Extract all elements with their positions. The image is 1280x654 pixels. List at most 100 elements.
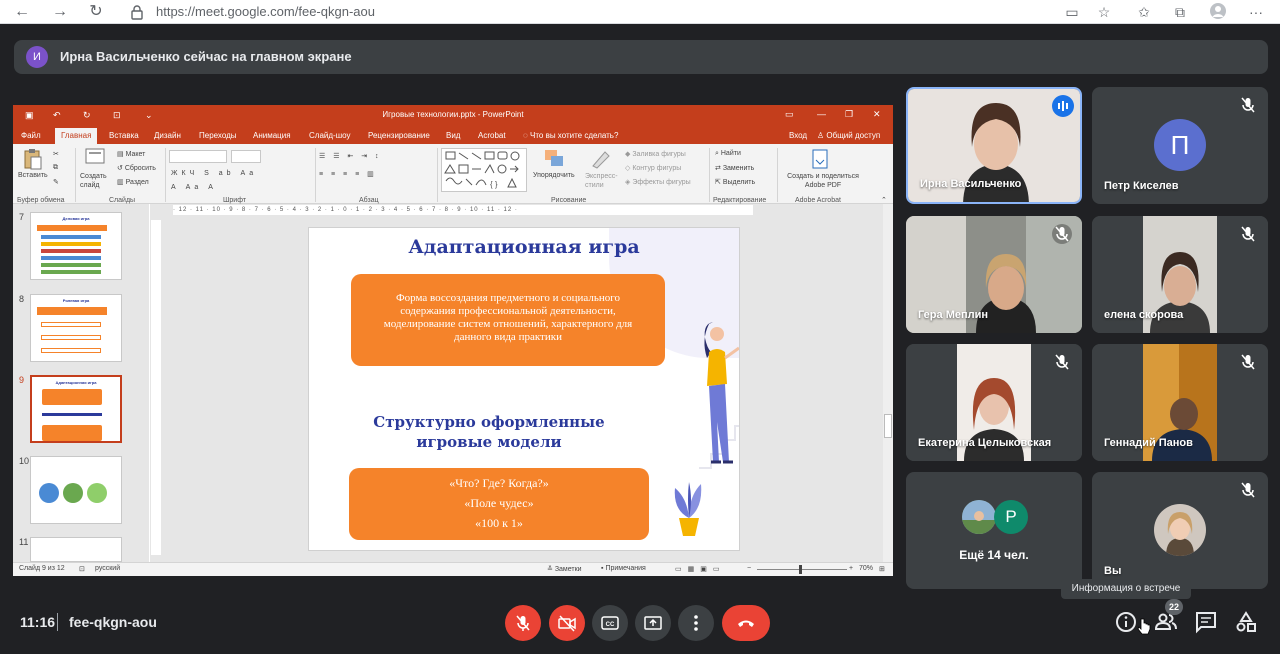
tab-file[interactable]: Файл (21, 131, 41, 140)
select-button[interactable]: ⇱ Выделить (715, 178, 755, 186)
leave-call-button[interactable] (722, 605, 770, 641)
profile-icon[interactable] (1208, 2, 1228, 22)
new-slide-button[interactable]: Создать слайд (80, 172, 114, 190)
login-link[interactable]: Вход (789, 131, 807, 140)
favorites-icon[interactable]: ✩ (1134, 2, 1154, 22)
arrange-icon[interactable] (543, 148, 567, 170)
format-painter-icon[interactable]: ✎ (53, 178, 59, 186)
self-tile[interactable]: Вы (1092, 472, 1268, 589)
spellcheck-icon[interactable]: ⊡ (79, 565, 85, 573)
participant-tile[interactable]: Геннадий Панов (1092, 344, 1268, 461)
shapes-gallery[interactable]: { } (441, 148, 527, 192)
slide-thumbnail-8[interactable]: Ролевая игра (30, 294, 122, 362)
favorite-add-icon[interactable]: ☆ (1094, 2, 1114, 22)
slide-thumbnail-9[interactable]: Адаптационная игра (30, 375, 122, 443)
maximize-icon[interactable]: ❐ (845, 109, 853, 120)
zoom-slider-thumb[interactable] (799, 565, 802, 574)
view-buttons[interactable]: ▭▦▣▭ (675, 565, 725, 573)
present-button[interactable] (635, 605, 671, 641)
comments-button[interactable]: ▪ Примечания (601, 565, 646, 572)
cut-icon[interactable]: ✂ (53, 150, 59, 158)
notes-button[interactable]: ≚ Заметки (547, 565, 582, 573)
more-options-button[interactable] (678, 605, 714, 641)
tell-me-search[interactable]: ◌ Что вы хотите сделать? (523, 131, 618, 140)
replace-button[interactable]: ⇄ Заменить (715, 164, 754, 172)
others-tile[interactable]: Р Ещё 14 чел. (906, 472, 1082, 589)
zoom-out-icon[interactable]: − (747, 565, 751, 572)
captions-button[interactable]: CC (592, 605, 628, 641)
zoom-level[interactable]: 70% (859, 565, 873, 572)
align-buttons[interactable]: ≡ ≡ ≡ ≡ ▥ (319, 170, 377, 178)
mic-toggle-button[interactable] (505, 605, 541, 641)
participant-tile[interactable]: П Петр Киселев (1092, 87, 1268, 204)
shape-outline-button[interactable]: ◇ Контур фигуры (625, 164, 681, 172)
fit-slide-icon[interactable]: ⊞ (879, 565, 885, 573)
hang-up-icon (738, 620, 754, 627)
shape-fill-button[interactable]: ◆ Заливка фигуры (625, 150, 686, 158)
slide-thumbnails[interactable]: 7 Деловая игра 8 Ролевая игра 9 Адаптаци… (13, 204, 149, 562)
tab-design[interactable]: Дизайн (154, 131, 181, 140)
address-bar[interactable]: https://meet.google.com/fee-qkgn-aou (120, 1, 1120, 23)
more-icon[interactable]: ··· (1246, 2, 1266, 22)
collections-icon[interactable]: ⧉ (1170, 2, 1190, 22)
participant-tile[interactable]: Екатерина Целыковская (906, 344, 1082, 461)
tab-insert[interactable]: Вставка (109, 131, 139, 140)
participant-tile[interactable]: Ирна Васильченко (906, 87, 1082, 204)
ribbon-divider (165, 148, 166, 202)
minimize-icon[interactable]: — (817, 109, 826, 119)
tab-review[interactable]: Рецензирование (368, 131, 430, 140)
paste-button[interactable]: Вставить (18, 172, 48, 179)
back-icon[interactable]: ← (12, 2, 32, 22)
font-size-input[interactable] (231, 150, 261, 163)
tab-view[interactable]: Вид (446, 131, 460, 140)
meeting-info-icon[interactable] (1114, 610, 1138, 634)
shape-effects-button[interactable]: ◈ Эффекты фигуры (625, 178, 691, 186)
copy-icon[interactable]: ⧉ (53, 164, 58, 172)
zoom-slider[interactable] (757, 565, 847, 574)
close-icon[interactable]: ✕ (873, 109, 881, 120)
share-button[interactable]: ♙ Общий доступ (817, 131, 880, 140)
slide-thumbnail-11[interactable] (30, 537, 122, 562)
quick-styles-icon[interactable] (589, 148, 613, 170)
language-label[interactable]: русский (95, 565, 120, 572)
list-buttons[interactable]: ☰ ☰ ⇤ ⇥ ↕ (319, 152, 382, 160)
pdf-icon[interactable] (811, 148, 829, 170)
reload-icon[interactable]: ↻ (86, 2, 106, 22)
tab-transitions[interactable]: Переходы (199, 131, 237, 140)
collapse-ribbon-icon[interactable]: ⌃ (881, 196, 887, 204)
find-button[interactable]: ⌕ Найти (715, 150, 741, 158)
slide-thumbnail-10[interactable] (30, 456, 122, 524)
participant-tile[interactable]: елена скорова (1092, 216, 1268, 333)
mic-off-icon (1241, 354, 1255, 370)
ribbon-options-icon[interactable]: ▭ (785, 109, 794, 120)
activities-icon[interactable] (1234, 610, 1258, 634)
group-clipboard: Буфер обмена (17, 197, 65, 204)
quick-styles-button[interactable]: Экспресс-стили (585, 172, 621, 190)
new-slide-icon[interactable] (85, 148, 105, 166)
arrange-button[interactable]: Упорядочить (533, 172, 575, 179)
create-pdf-button[interactable]: Создать и поделиться Adobe PDF (781, 172, 865, 190)
paste-icon[interactable] (23, 148, 43, 170)
tab-acrobat[interactable]: Acrobat (478, 131, 506, 140)
tab-slideshow[interactable]: Слайд-шоу (309, 131, 350, 140)
font-name-input[interactable] (169, 150, 227, 163)
tab-home[interactable]: Главная (55, 128, 98, 144)
reset-button[interactable]: ↺ Сбросить (117, 164, 156, 172)
current-slide[interactable]: Адаптационная игра Форма воссоздания пре… (308, 227, 740, 551)
chat-icon[interactable] (1194, 610, 1218, 634)
scrollbar-thumb[interactable] (884, 414, 892, 438)
layout-button[interactable]: ▤ Макет (117, 150, 145, 158)
font-color-buttons[interactable]: А Аа А (171, 184, 217, 191)
slide-thumbnail-7[interactable]: Деловая игра (30, 212, 122, 280)
tab-animation[interactable]: Анимация (253, 131, 291, 140)
ppt-window-title: Игровые технологии.pptx - PowerPoint (382, 110, 524, 119)
ppt-status-bar: Слайд 9 из 12 ⊡ русский ≚ Заметки ▪ Прим… (13, 562, 893, 576)
zoom-in-icon[interactable]: + (849, 565, 853, 572)
forward-icon[interactable]: → (50, 2, 70, 22)
vertical-scrollbar[interactable] (883, 204, 893, 562)
section-button[interactable]: ▥ Раздел (117, 178, 149, 186)
participant-tile[interactable]: Гера Меплин (906, 216, 1082, 333)
camera-icon[interactable]: ▭ (1062, 2, 1082, 22)
camera-toggle-button[interactable] (549, 605, 585, 641)
font-format-buttons[interactable]: ЖКЧ S ab Аа (171, 170, 257, 177)
